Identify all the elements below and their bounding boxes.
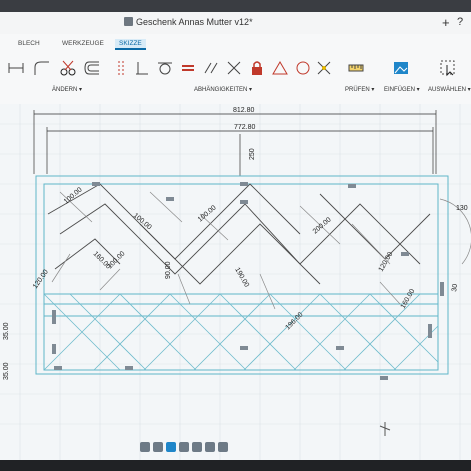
dim-200[interactable]: 200.00 <box>312 216 333 235</box>
help-button[interactable]: ? <box>457 16 463 28</box>
document-icon <box>124 17 133 26</box>
equal-icon[interactable] <box>178 58 198 78</box>
dim-130[interactable]: 130 <box>456 205 468 212</box>
dim-overall-width[interactable]: 812.80 <box>233 107 255 114</box>
dim-100-b[interactable]: 100.00 <box>132 212 153 231</box>
monitor-bezel-bottom <box>0 460 471 471</box>
group-constraints-label[interactable]: ABHÄNGIGKEITEN ▾ <box>194 86 252 93</box>
new-tab-button[interactable]: + <box>442 15 450 30</box>
ribbon-toolbar: BLECH WERKZEUGE SKIZZE ÄNDERN ▾ ABHÄNGIG… <box>0 34 471 105</box>
group-change-label[interactable]: ÄNDERN ▾ <box>52 86 82 93</box>
window-title: Geschenk Annas Mutter v12* <box>136 17 253 27</box>
overall-dimensions <box>33 110 437 176</box>
dim-35-a[interactable]: 35.00 <box>3 322 10 340</box>
line-icon[interactable] <box>6 58 26 78</box>
dim-90[interactable]: 90.00 <box>165 261 172 279</box>
fit-icon[interactable] <box>179 442 189 452</box>
title-bar: Geschenk Annas Mutter v12* + ? <box>0 12 471 35</box>
dim-190[interactable]: 190.00 <box>233 267 250 289</box>
circle-icon[interactable] <box>293 58 313 78</box>
zoom-icon[interactable] <box>166 442 176 452</box>
group-insert-label[interactable]: EINFÜGEN ▾ <box>384 86 420 93</box>
group-inspect-label[interactable]: PRÜFEN ▾ <box>345 86 374 93</box>
sketch-drawing[interactable]: 812.80 772.80 250 100.00 100.00 100.00 2… <box>0 104 471 460</box>
tangent-icon[interactable] <box>155 58 175 78</box>
sketch-palette-icon[interactable] <box>114 58 134 78</box>
fillet-icon[interactable] <box>32 58 52 78</box>
collinear-icon[interactable] <box>224 58 244 78</box>
dim-160-b[interactable]: 160.00 <box>400 288 417 310</box>
tab-werkzeuge[interactable]: WERKZEUGE <box>58 39 108 48</box>
lock-icon[interactable] <box>247 58 267 78</box>
grid-icon[interactable] <box>205 442 215 452</box>
group-select-label[interactable]: AUSWÄHLEN ▾ <box>428 86 471 93</box>
cursor-select-icon[interactable] <box>438 58 458 78</box>
tab-skizze[interactable]: SKIZZE <box>115 39 146 50</box>
dim-120-a[interactable]: 120.00 <box>32 269 50 291</box>
orbit-icon[interactable] <box>140 442 150 452</box>
dim-100-a[interactable]: 100.00 <box>63 186 84 205</box>
display-icon[interactable] <box>192 442 202 452</box>
image-insert-icon[interactable] <box>391 58 411 78</box>
navigation-bar <box>140 440 258 454</box>
monitor-bezel-top <box>0 0 471 12</box>
parallel-icon[interactable] <box>201 58 221 78</box>
dim-35-b[interactable]: 35.00 <box>3 362 10 380</box>
dim-196[interactable]: 196.00 <box>284 311 304 331</box>
perpendicular-icon[interactable] <box>132 58 152 78</box>
dim-inner-width[interactable]: 772.80 <box>234 124 256 131</box>
pan-icon[interactable] <box>153 442 163 452</box>
midpoint-icon[interactable] <box>314 58 334 78</box>
offset-icon[interactable] <box>82 58 102 78</box>
sketch-canvas[interactable]: 812.80 772.80 250 100.00 100.00 100.00 2… <box>0 104 471 460</box>
grid <box>0 104 471 460</box>
tab-blech[interactable]: BLECH <box>14 39 44 48</box>
triangle-icon[interactable] <box>270 58 290 78</box>
dim-height[interactable]: 250 <box>249 148 256 160</box>
viewport-icon[interactable] <box>218 442 228 452</box>
ruler-icon[interactable] <box>346 58 366 78</box>
trim-scissors-icon[interactable] <box>58 58 78 78</box>
screen: Geschenk Annas Mutter v12* + ? BLECH WER… <box>0 12 471 460</box>
dim-30[interactable]: 30 <box>451 283 459 292</box>
lattice-pattern <box>43 293 439 371</box>
